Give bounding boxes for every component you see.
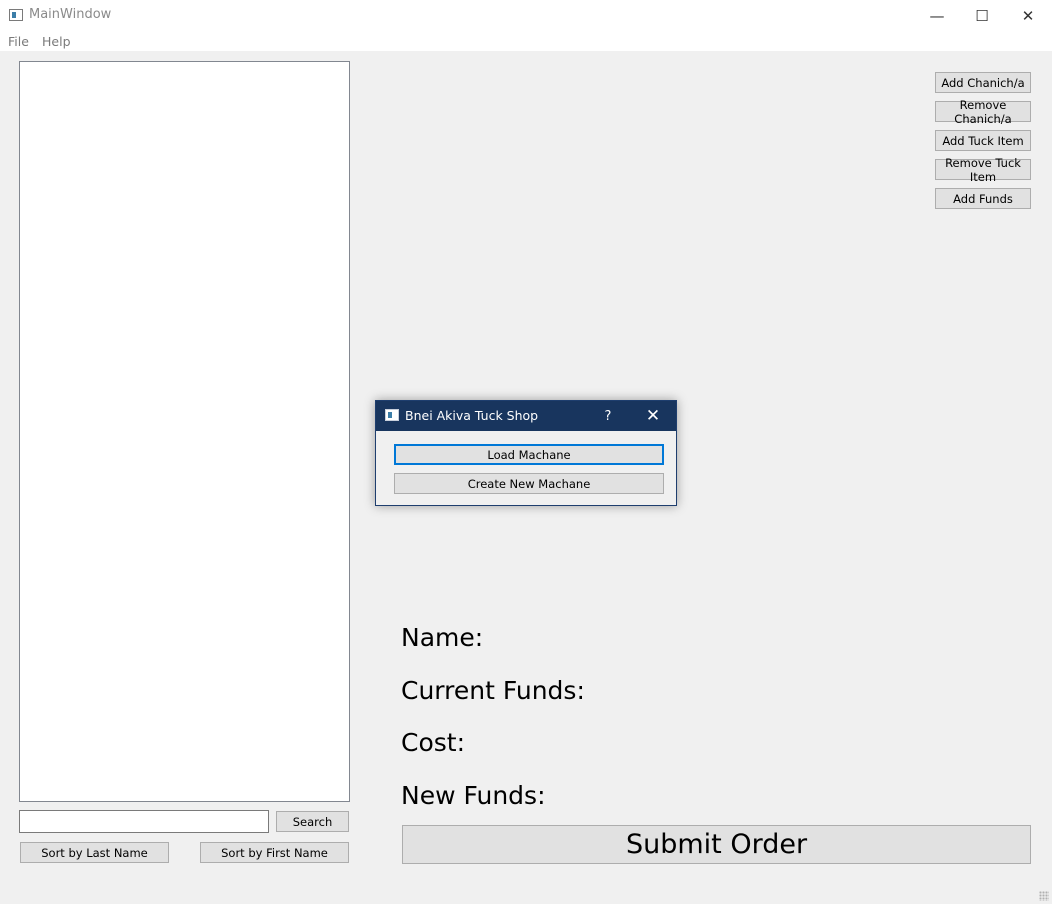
names-list[interactable] (19, 61, 350, 802)
dialog-app-icon (385, 409, 399, 421)
new-funds-label: New Funds: (401, 781, 546, 810)
close-icon[interactable]: ✕ (1005, 0, 1051, 31)
resize-grip-icon[interactable] (1039, 891, 1049, 901)
dialog-titlebar[interactable]: Bnei Akiva Tuck Shop ? ✕ (376, 401, 676, 431)
menubar: File Help (0, 31, 1052, 51)
add-chanich-button[interactable]: Add Chanich/a (935, 72, 1031, 93)
sort-by-last-name-button[interactable]: Sort by Last Name (20, 842, 169, 863)
cost-label: Cost: (401, 728, 466, 757)
load-machane-button[interactable]: Load Machane (394, 444, 664, 465)
create-new-machane-button[interactable]: Create New Machane (394, 473, 664, 494)
minimize-icon[interactable]: — (914, 0, 960, 31)
app-icon (9, 9, 23, 21)
sort-by-first-name-button[interactable]: Sort by First Name (200, 842, 349, 863)
menu-file[interactable]: File (8, 34, 29, 49)
search-input[interactable] (19, 810, 269, 833)
remove-chanich-button[interactable]: Remove Chanich/a (935, 98, 1031, 126)
add-tuck-item-button[interactable]: Add Tuck Item (935, 130, 1031, 151)
maximize-icon[interactable]: ☐ (959, 0, 1005, 31)
window-titlebar[interactable]: MainWindow — ☐ ✕ (0, 0, 1052, 31)
dialog-title: Bnei Akiva Tuck Shop (405, 408, 539, 423)
menu-help[interactable]: Help (42, 34, 71, 49)
current-funds-label: Current Funds: (401, 676, 585, 705)
submit-order-button[interactable]: Submit Order (402, 825, 1031, 864)
startup-dialog: Bnei Akiva Tuck Shop ? ✕ Load Machane Cr… (375, 400, 677, 506)
remove-tuck-item-button[interactable]: Remove Tuck Item (935, 156, 1031, 184)
add-funds-button[interactable]: Add Funds (935, 188, 1031, 209)
search-button[interactable]: Search (276, 811, 349, 832)
dialog-close-icon[interactable]: ✕ (638, 401, 668, 431)
help-icon[interactable]: ? (600, 401, 616, 431)
window-title: MainWindow (29, 7, 112, 22)
name-label: Name: (401, 623, 484, 652)
